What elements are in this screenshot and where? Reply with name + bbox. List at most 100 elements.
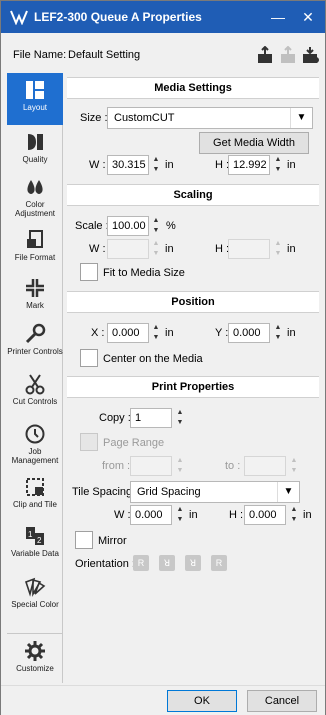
- scaling-width-label: W :: [89, 243, 106, 255]
- from-input[interactable]: [130, 456, 172, 476]
- sidebar-item-color-adjustment[interactable]: Color Adjustment: [7, 176, 63, 222]
- spin-up-icon[interactable]: ▲: [174, 505, 186, 515]
- sidebar-item-label: File Format: [14, 253, 56, 262]
- spin-down-icon[interactable]: ▼: [174, 515, 186, 525]
- export-setting-icon[interactable]: [279, 46, 297, 64]
- print-properties-header: Print Properties: [67, 376, 319, 398]
- sidebar-item-file-format[interactable]: File Format: [7, 229, 63, 269]
- spin-down-icon[interactable]: ▼: [272, 249, 284, 259]
- file-format-icon: [27, 230, 43, 248]
- sidebar-item-customize[interactable]: Customize: [7, 633, 63, 675]
- ok-button[interactable]: OK: [167, 690, 237, 712]
- scaling-width-input[interactable]: [107, 239, 149, 259]
- spin-up-icon[interactable]: ▲: [150, 323, 162, 333]
- tile-height-unit: in: [303, 509, 312, 521]
- printer-controls-icon: [25, 323, 46, 344]
- media-width-spinner[interactable]: ▲ ▼: [150, 155, 162, 175]
- mirror-checkbox[interactable]: [75, 531, 93, 549]
- spin-up-icon[interactable]: ▲: [150, 155, 162, 165]
- position-x-label: X :: [91, 327, 105, 339]
- tile-spacing-select[interactable]: Grid Spacing ▼: [130, 481, 300, 503]
- minimize-button[interactable]: —: [267, 7, 289, 27]
- spin-up-icon[interactable]: ▲: [272, 155, 284, 165]
- get-media-width-button[interactable]: Get Media Width: [199, 132, 309, 154]
- orientation-270-icon[interactable]: R: [211, 555, 227, 571]
- copy-spinner[interactable]: ▲ ▼: [174, 408, 186, 428]
- orientation-180-icon[interactable]: ꓤ: [185, 555, 201, 571]
- save-setting-icon[interactable]: [256, 46, 274, 64]
- spin-down-icon[interactable]: ▼: [272, 165, 284, 175]
- position-y-input[interactable]: 0.000: [228, 323, 270, 343]
- tile-width-input[interactable]: 0.000: [130, 505, 172, 525]
- spin-down-icon[interactable]: ▼: [150, 249, 162, 259]
- to-spinner[interactable]: ▲ ▼: [288, 456, 300, 476]
- spin-down-icon[interactable]: ▼: [272, 333, 284, 343]
- sidebar-item-quality[interactable]: Quality: [7, 131, 63, 171]
- sidebar-item-label: Customize: [16, 664, 54, 673]
- app-logo-icon: [10, 10, 28, 25]
- tile-width-spinner[interactable]: ▲ ▼: [174, 505, 186, 525]
- scale-spinner[interactable]: ▲ ▼: [150, 216, 162, 236]
- size-select[interactable]: CustomCUT ▼: [107, 107, 313, 129]
- spin-down-icon[interactable]: ▼: [288, 515, 300, 525]
- center-on-media-checkbox[interactable]: [80, 349, 98, 367]
- media-width-input[interactable]: 30.315: [107, 155, 149, 175]
- spin-up-icon[interactable]: ▲: [288, 505, 300, 515]
- tile-spacing-label: Tile Spacing :: [72, 486, 139, 498]
- media-height-spinner[interactable]: ▲ ▼: [272, 155, 284, 175]
- scaling-width-spinner[interactable]: ▲ ▼: [150, 239, 162, 259]
- spin-down-icon[interactable]: ▼: [150, 226, 162, 236]
- sidebar-item-mark[interactable]: Mark: [7, 277, 63, 317]
- tile-spacing-value: Grid Spacing: [137, 486, 201, 498]
- spin-up-icon[interactable]: ▲: [150, 239, 162, 249]
- sidebar-item-cut-controls[interactable]: Cut Controls: [7, 373, 63, 419]
- spin-up-icon[interactable]: ▲: [288, 456, 300, 466]
- sidebar-item-variable-data[interactable]: 1 2 Variable Data: [7, 525, 63, 571]
- media-height-input[interactable]: 12.992: [228, 155, 270, 175]
- spin-up-icon[interactable]: ▲: [174, 456, 186, 466]
- orientation-0-icon[interactable]: R: [133, 555, 149, 571]
- spin-down-icon[interactable]: ▼: [174, 466, 186, 476]
- scaling-height-input[interactable]: [228, 239, 270, 259]
- spin-up-icon[interactable]: ▲: [150, 216, 162, 226]
- spin-down-icon[interactable]: ▼: [174, 418, 186, 428]
- tile-width-label: W :: [114, 509, 131, 521]
- page-range-checkbox[interactable]: [80, 433, 98, 451]
- from-spinner[interactable]: ▲ ▼: [174, 456, 186, 476]
- fit-to-media-checkbox[interactable]: [80, 263, 98, 281]
- position-y-label: Y :: [215, 327, 229, 339]
- chevron-down-icon: ▼: [277, 482, 299, 502]
- sidebar-item-clip-and-tile[interactable]: Clip and Tile: [7, 476, 63, 516]
- spin-down-icon[interactable]: ▼: [150, 165, 162, 175]
- scale-input[interactable]: 100.00: [107, 216, 149, 236]
- sidebar-item-special-color[interactable]: Special Color: [7, 576, 63, 616]
- spin-down-icon[interactable]: ▼: [150, 333, 162, 343]
- cancel-button[interactable]: Cancel: [247, 690, 317, 712]
- scaling-height-unit: in: [287, 243, 296, 255]
- orientation-90-icon[interactable]: ꓤ: [159, 555, 175, 571]
- close-button[interactable]: ✕: [297, 7, 319, 27]
- to-input[interactable]: [244, 456, 286, 476]
- media-height-label: H :: [215, 159, 230, 171]
- position-x-input[interactable]: 0.000: [107, 323, 149, 343]
- size-label: Size :: [80, 112, 108, 124]
- position-x-spinner[interactable]: ▲ ▼: [150, 323, 162, 343]
- import-setting-icon[interactable]: [301, 46, 319, 64]
- media-width-label: W :: [89, 159, 106, 171]
- spin-up-icon[interactable]: ▲: [272, 323, 284, 333]
- spin-down-icon[interactable]: ▼: [288, 466, 300, 476]
- spin-up-icon[interactable]: ▲: [272, 239, 284, 249]
- sidebar-item-label: Variable Data: [11, 549, 59, 558]
- layout-icon: [26, 81, 44, 99]
- sidebar-item-layout[interactable]: Layout: [7, 73, 63, 125]
- copy-input[interactable]: 1: [130, 408, 172, 428]
- tile-height-input[interactable]: 0.000: [244, 505, 286, 525]
- sidebar-item-printer-controls[interactable]: Printer Controls: [7, 323, 63, 369]
- position-y-spinner[interactable]: ▲ ▼: [272, 323, 284, 343]
- file-bar: File Name: Default Setting: [1, 33, 325, 71]
- scaling-height-spinner[interactable]: ▲ ▼: [272, 239, 284, 259]
- tile-height-spinner[interactable]: ▲ ▼: [288, 505, 300, 525]
- sidebar-item-label: Color Adjustment: [14, 200, 56, 218]
- spin-up-icon[interactable]: ▲: [174, 408, 186, 418]
- sidebar-item-job-management[interactable]: Job Management: [7, 423, 63, 469]
